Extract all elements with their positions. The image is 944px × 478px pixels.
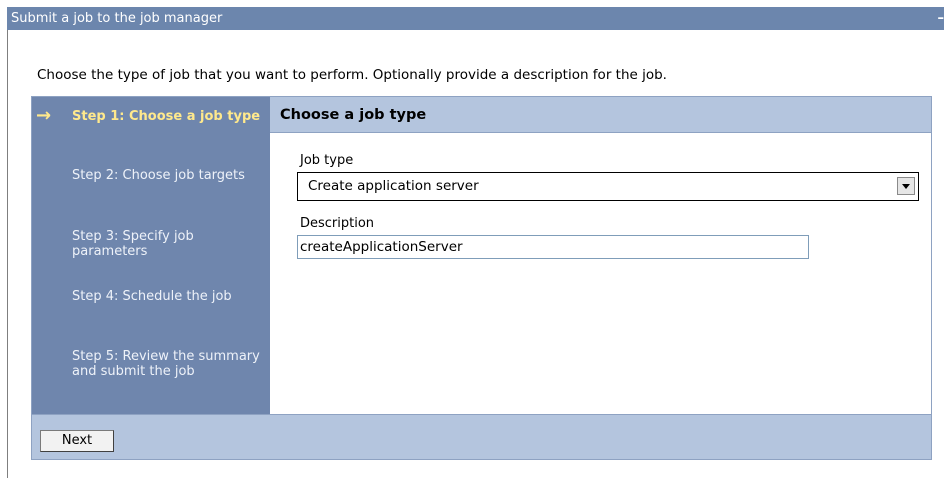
step-5-review-and-submit: Step 5: Review the summary and submit th… xyxy=(72,349,260,379)
step-1-choose-job-type: Step 1: Choose a job type xyxy=(72,109,261,124)
current-step-arrow-icon: → xyxy=(36,105,52,126)
window-left-border xyxy=(7,30,8,478)
description-input[interactable]: createApplicationServer xyxy=(297,235,809,259)
step-4-schedule-the-job: Step 4: Schedule the job xyxy=(72,289,232,304)
step-3-specify-job-parameters: Step 3: Specify job parameters xyxy=(72,229,194,259)
wizard-footer: Next xyxy=(32,414,931,459)
job-type-select[interactable]: Create application server xyxy=(297,172,919,201)
minimize-icon[interactable]: – xyxy=(934,7,944,30)
next-button[interactable]: Next xyxy=(40,430,114,452)
description-label: Description xyxy=(300,216,375,231)
job-wizard: → Step 1: Choose a job type Step 2: Choo… xyxy=(31,96,932,460)
dropdown-arrow-icon[interactable] xyxy=(897,177,915,195)
window-title-bar: Submit a job to the job manager – xyxy=(7,7,944,30)
instruction-text: Choose the type of job that you want to … xyxy=(37,67,667,83)
window-title: Submit a job to the job manager xyxy=(11,11,223,26)
step-2-choose-job-targets: Step 2: Choose job targets xyxy=(72,168,245,183)
panel-title: Choose a job type xyxy=(270,97,931,133)
job-type-label: Job type xyxy=(300,153,354,168)
job-type-selected-value: Create application server xyxy=(308,178,479,194)
wizard-steps-panel: → Step 1: Choose a job type Step 2: Choo… xyxy=(32,97,270,414)
